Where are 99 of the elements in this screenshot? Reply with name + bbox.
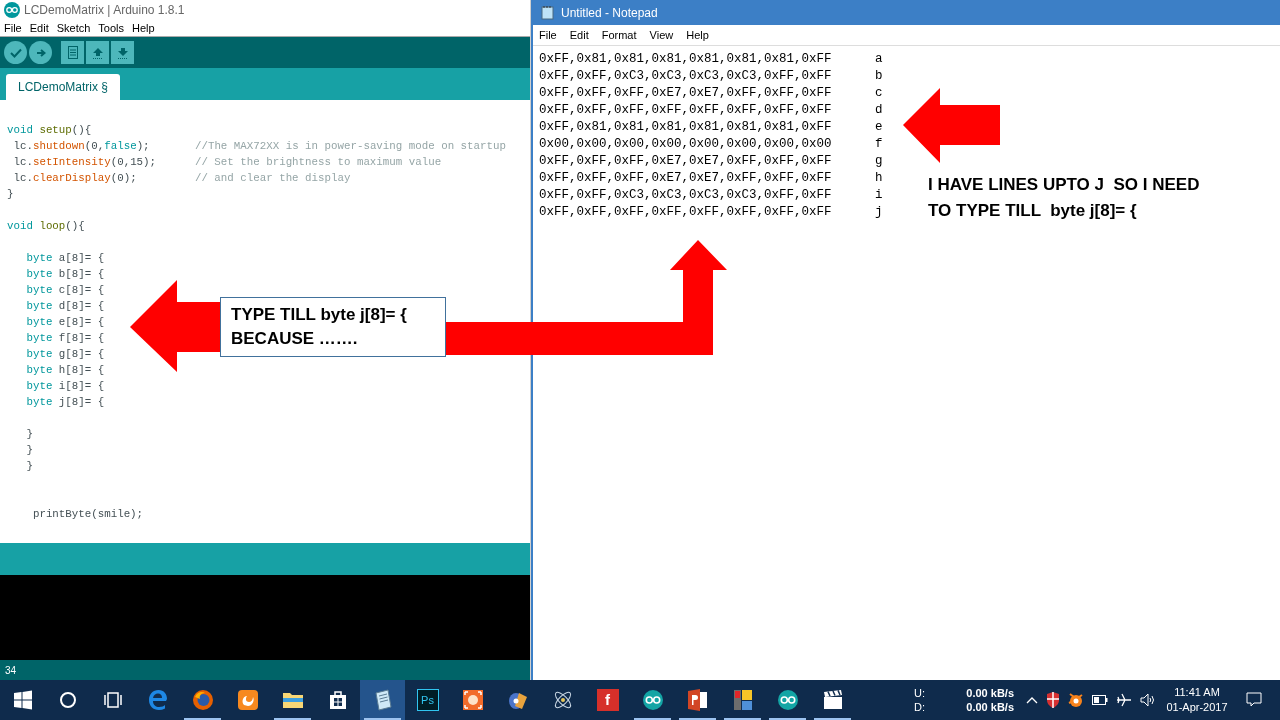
running-indicator xyxy=(814,718,851,720)
upload-speed: 0.00 kB/s xyxy=(966,686,1014,700)
code-line: lc.setIntensity(0,15); // Set the brightness to maximum value xyxy=(12,155,442,170)
arduino-icon xyxy=(640,688,665,712)
menu-item[interactable]: Tools xyxy=(98,19,125,37)
running-indicator xyxy=(634,718,671,720)
running-indicator xyxy=(724,718,761,720)
photoshop-icon: Ps xyxy=(416,689,439,711)
running-indicator xyxy=(679,718,716,720)
note-text: I HAVE LINES UPTO J SO I NEED xyxy=(928,174,1200,196)
arduino-icon xyxy=(775,688,800,712)
shield-icon[interactable] xyxy=(1046,692,1060,708)
new-sketch-button[interactable] xyxy=(61,41,84,64)
code-line: byte d[8]= { xyxy=(25,299,105,314)
check-icon xyxy=(9,47,22,58)
code-line: byte g[8]= { xyxy=(25,347,105,362)
menu-item[interactable]: File xyxy=(4,19,22,37)
upload-label: U: xyxy=(914,686,926,700)
menu-item[interactable]: Help xyxy=(686,26,709,44)
line-number: 34 xyxy=(5,663,17,678)
code-line: byte j[8]= { xyxy=(25,395,105,410)
menu-item[interactable]: Help xyxy=(132,19,155,37)
airplane-icon[interactable] xyxy=(1116,692,1132,708)
notification-icon[interactable] xyxy=(1246,692,1262,708)
notepad-icon xyxy=(541,5,555,20)
hex-values: 0xFF,0x81,0x81,0x81,0x81,0x81,0x81,0xFF xyxy=(539,51,833,68)
hex-values: 0xFF,0xFF,0xC3,0xC3,0xC3,0xC3,0xFF,0xFF xyxy=(539,187,833,204)
code-line: byte e[8]= { xyxy=(25,315,105,330)
code-line: } xyxy=(25,459,33,474)
menu-item[interactable]: Edit xyxy=(29,19,49,37)
code-line: } xyxy=(25,427,33,442)
open-button[interactable] xyxy=(86,41,109,64)
hex-values: 0xFF,0xFF,0xFF,0xFF,0xFF,0xFF,0xFF,0xFF xyxy=(539,102,833,119)
row-letter: f xyxy=(875,136,883,153)
code-line: byte a[8]= { xyxy=(25,251,105,266)
chevron-up-icon[interactable] xyxy=(1026,696,1038,704)
row-letter: i xyxy=(875,187,883,204)
window-title: LCDemoMatrix | Arduino 1.8.1 xyxy=(24,2,185,19)
row-letter: d xyxy=(875,102,883,119)
menu-item[interactable]: Format xyxy=(601,26,637,44)
taskbar-button[interactable]: f xyxy=(585,680,630,720)
callout-text: TYPE TILL byte j[8]= { xyxy=(231,304,408,326)
sketch-tab[interactable]: LCDemoMatrix § xyxy=(6,74,121,100)
row-letter: j xyxy=(875,204,883,221)
code-line: void loop(){ xyxy=(7,219,85,234)
arrow-up-icon xyxy=(91,46,104,59)
hex-values: 0xFF,0xFF,0xC3,0xC3,0xC3,0xC3,0xFF,0xFF xyxy=(539,68,833,85)
taskbar-button[interactable]: Ps xyxy=(405,680,450,720)
row-letter: g xyxy=(875,153,883,170)
code-line: void setup(){ xyxy=(7,123,92,138)
arrow-right-icon xyxy=(35,47,46,58)
upload-button[interactable] xyxy=(29,41,52,64)
row-letter: b xyxy=(875,68,883,85)
hex-values: 0xFF,0xFF,0xFF,0xE7,0xE7,0xFF,0xFF,0xFF xyxy=(539,153,833,170)
code-line: byte c[8]= { xyxy=(25,283,105,298)
camera-icon xyxy=(460,688,485,712)
hex-values: 0xFF,0x81,0x81,0x81,0x81,0x81,0x81,0xFF xyxy=(539,119,833,136)
code-line: byte b[8]= { xyxy=(25,267,105,282)
code-line: byte i[8]= { xyxy=(25,379,105,394)
menu-item[interactable]: File xyxy=(539,26,557,44)
callout-text: BECAUSE ……. xyxy=(231,328,359,350)
hex-values: 0xFF,0xFF,0xFF,0xE7,0xE7,0xFF,0xFF,0xFF xyxy=(539,85,833,102)
code-line: byte f[8]= { xyxy=(25,331,105,346)
arrow-down-icon xyxy=(116,46,129,59)
code-line: byte h[8]= { xyxy=(25,363,105,378)
row-letter: h xyxy=(875,170,883,187)
squirrel-icon xyxy=(235,688,260,712)
running-indicator xyxy=(184,718,221,720)
row-letter: e xyxy=(875,119,883,136)
running-indicator xyxy=(769,718,806,720)
running-indicator xyxy=(364,718,401,720)
speaker-icon[interactable] xyxy=(1140,693,1156,707)
hex-values: 0xFF,0xFF,0xFF,0xE7,0xE7,0xFF,0xFF,0xFF xyxy=(539,170,833,187)
row-letter: c xyxy=(875,85,883,102)
running-indicator xyxy=(274,718,311,720)
document-icon xyxy=(67,46,78,59)
code-line: } xyxy=(25,443,33,458)
menu-item[interactable]: Sketch xyxy=(56,19,91,37)
save-button[interactable] xyxy=(111,41,134,64)
clock[interactable]: 11:41 AM 01-Apr-2017 xyxy=(1160,680,1234,720)
code-line: } xyxy=(7,187,14,202)
menu-item[interactable]: Edit xyxy=(569,26,589,44)
code-line: printByte(smile); xyxy=(31,507,144,522)
hex-values: 0xFF,0xFF,0xFF,0xFF,0xFF,0xFF,0xFF,0xFF xyxy=(539,204,833,221)
menu-item[interactable]: View xyxy=(649,26,674,44)
code-line: lc.clearDisplay(0); // and clear the display xyxy=(12,171,351,186)
code-line: lc.shutdown(0,false); //The MAX72XX is in power-saving mode on startup xyxy=(12,139,506,154)
taskbar-button[interactable] xyxy=(360,680,405,720)
firefox-icon xyxy=(190,688,215,712)
window-title: Untitled - Notepad xyxy=(561,4,658,22)
battery-icon[interactable] xyxy=(1092,695,1108,705)
note-text: TO TYPE TILL byte j[8]= { xyxy=(928,200,1138,222)
flash-icon: f xyxy=(596,689,619,711)
hex-values: 0x00,0x00,0x00,0x00,0x00,0x00,0x00,0x00 xyxy=(539,136,833,153)
download-label: D: xyxy=(914,700,926,714)
presentation-icon xyxy=(685,688,710,712)
row-letter: a xyxy=(875,51,883,68)
download-speed: 0.00 kB/s xyxy=(966,700,1014,714)
verify-button[interactable] xyxy=(4,41,27,64)
